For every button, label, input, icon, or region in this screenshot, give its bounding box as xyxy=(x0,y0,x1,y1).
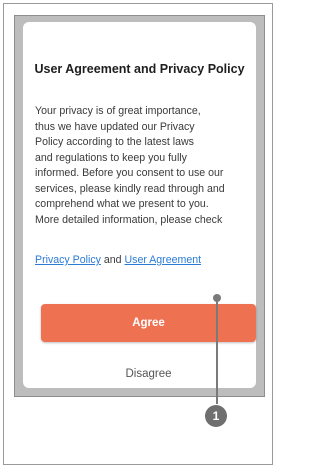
dialog-body: Your privacy is of great importance, thu… xyxy=(35,104,257,228)
body-line: Your privacy is of great importance, xyxy=(35,105,201,117)
body-line: informed. Before you consent to use our xyxy=(35,167,224,179)
disagree-button[interactable]: Disagree xyxy=(41,362,256,386)
body-line: comprehend what we present to you. xyxy=(35,198,209,210)
body-line: More detailed information, please check xyxy=(35,213,223,226)
dialog-title: User Agreement and Privacy Policy xyxy=(34,62,245,76)
body-line: thus we have updated our Privacy xyxy=(35,120,195,133)
link-joiner: and xyxy=(100,254,125,266)
privacy-policy-link[interactable]: Privacy Policy xyxy=(35,254,101,266)
body-line: and regulations to keep you fully xyxy=(35,151,187,164)
policy-links: Privacy Policy and User Agreement xyxy=(35,254,201,266)
user-agreement-link[interactable]: User Agreement xyxy=(125,254,202,266)
agree-button[interactable]: Agree xyxy=(41,304,256,342)
phone-screen: User Agreement and Privacy Policy Your p… xyxy=(14,15,265,397)
body-line: services, please kindly read through and xyxy=(35,182,225,195)
step-number-badge: 1 xyxy=(205,405,227,427)
consent-dialog: User Agreement and Privacy Policy Your p… xyxy=(23,22,256,388)
callout-line xyxy=(216,300,218,404)
body-line: Policy according to the latest laws xyxy=(35,136,194,148)
